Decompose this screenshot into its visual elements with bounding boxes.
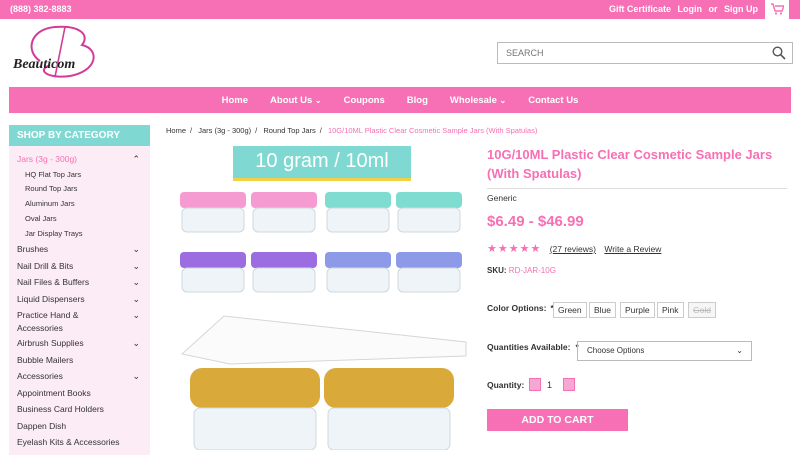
color-options-label: Color Options: *: [487, 303, 554, 313]
sidebar-subitem[interactable]: Oval Jars: [9, 212, 150, 227]
sidebar-item-practice-hand[interactable]: Practice Hand & Accessories ⌄: [9, 307, 150, 335]
chevron-down-icon[interactable]: ⌄: [132, 309, 140, 322]
color-option-gold[interactable]: Gold: [688, 302, 716, 318]
sidebar-item-dappen-dish[interactable]: Dappen Dish: [9, 418, 150, 435]
sku-label: SKU:: [487, 266, 507, 275]
nav-wholesale[interactable]: Wholesale ⌄: [450, 95, 506, 106]
nav-about-label: About Us: [270, 94, 313, 106]
phone-number[interactable]: (888) 382-8883: [10, 4, 72, 14]
color-option-blue[interactable]: Blue: [589, 302, 617, 318]
sidebar-heading: SHOP BY CATEGORY: [9, 125, 150, 146]
search-icon[interactable]: [772, 46, 786, 60]
site-logo[interactable]: Beauticom: [10, 21, 110, 83]
quantity-decrease-button[interactable]: [529, 378, 541, 391]
sidebar-item-label: Brushes: [17, 244, 49, 255]
chevron-down-icon[interactable]: ⌄: [132, 368, 140, 385]
product-sku: SKU: RD-JAR-10G: [487, 266, 556, 275]
divider: [487, 188, 787, 189]
color-option-purple[interactable]: Purple: [620, 302, 655, 318]
sidebar-item-nail-files[interactable]: Nail Files & Buffers ⌄: [9, 274, 150, 291]
breadcrumb: Home / Jars (3g - 300g) / Round Top Jars / …: [166, 126, 537, 135]
sidebar-item-label: Practice Hand & Accessories: [17, 310, 79, 334]
category-sidebar: SHOP BY CATEGORY Jars (3g - 300g) ⌃ HQ Fl…: [9, 125, 150, 455]
quantities-select-value: Choose Options: [587, 346, 645, 355]
nav-wholesale-label: Wholesale: [449, 94, 497, 106]
quantities-available-text: Quantities Available:: [487, 342, 571, 352]
breadcrumb-separator: /: [255, 126, 258, 135]
chevron-down-icon[interactable]: ⌄: [132, 335, 140, 352]
jars-illustration: [180, 192, 467, 450]
quantities-select[interactable]: Choose Options ⌄: [577, 341, 752, 361]
svg-text:Beauticom: Beauticom: [12, 57, 75, 72]
nav-coupons[interactable]: Coupons: [344, 95, 385, 106]
cart-icon[interactable]: [765, 0, 789, 19]
login-link[interactable]: Login: [677, 4, 702, 14]
sidebar-item-label: Nail Drill & Bits: [17, 260, 74, 271]
quantity-label: Quantity:: [487, 380, 525, 390]
signup-link[interactable]: Sign Up: [724, 4, 758, 14]
breadcrumb-item[interactable]: Jars (3g - 300g): [198, 126, 251, 135]
sidebar-item-accessories[interactable]: Accessories ⌄: [9, 368, 150, 385]
sidebar-item-brushes[interactable]: Brushes ⌄: [9, 241, 150, 258]
sku-value: RD-JAR-10G: [508, 266, 556, 275]
nav-blog[interactable]: Blog: [407, 95, 428, 106]
breadcrumb-item[interactable]: Round Top Jars: [263, 126, 315, 135]
product-image[interactable]: 10 gram / 10ml: [166, 146, 476, 450]
quantity-increase-button[interactable]: [563, 378, 575, 391]
chevron-down-icon: ⌄: [499, 95, 507, 105]
quantity-input[interactable]: 1: [547, 380, 552, 390]
breadcrumb-item[interactable]: Home: [166, 126, 186, 135]
sidebar-item-business-card-holders[interactable]: Business Card Holders: [9, 401, 150, 418]
breadcrumb-current: 10G/10ML Plastic Clear Cosmetic Sample J…: [327, 126, 538, 135]
sidebar-subitem[interactable]: Jar Display Trays: [9, 227, 150, 242]
main-nav: Home About Us ⌄ Coupons Blog Wholesale ⌄…: [9, 87, 791, 113]
chevron-down-icon[interactable]: ⌄: [132, 258, 140, 275]
chevron-down-icon[interactable]: ⌄: [132, 274, 140, 291]
sidebar-item-jars[interactable]: Jars (3g - 300g) ⌃: [9, 151, 150, 168]
rating-stars: ★★★★★: [487, 243, 542, 255]
or-text: or: [708, 4, 718, 14]
chevron-down-icon[interactable]: ⌄: [132, 291, 140, 308]
product-rating: ★★★★★ (27 reviews) Write a Review: [487, 242, 661, 255]
search-input[interactable]: [498, 43, 758, 63]
color-option-pink[interactable]: Pink: [657, 302, 684, 318]
nav-about[interactable]: About Us ⌄: [270, 95, 322, 106]
chevron-up-icon[interactable]: ⌃: [132, 151, 140, 168]
sidebar-subitem[interactable]: Round Top Jars: [9, 182, 150, 197]
sidebar-item-bubble-mailers[interactable]: Bubble Mailers: [9, 352, 150, 369]
sidebar-item-label: Liquid Dispensers: [17, 293, 85, 304]
breadcrumb-separator: /: [190, 126, 193, 135]
sidebar-item-appointment-books[interactable]: Appointment Books: [9, 385, 150, 402]
nav-home[interactable]: Home: [222, 95, 248, 106]
product-brand[interactable]: Generic: [487, 193, 517, 203]
sidebar-item-label: Jars (3g - 300g): [17, 154, 77, 164]
reviews-link[interactable]: (27 reviews): [550, 244, 596, 254]
sidebar-item-label: Accessories: [17, 371, 63, 382]
sidebar-item-label: Airbrush Supplies: [17, 338, 84, 349]
sidebar-subitem[interactable]: Aluminum Jars: [9, 197, 150, 212]
top-bar: (888) 382-8883 Gift Certificate Login or…: [0, 0, 800, 19]
account-links: Gift Certificate Login or Sign Up: [605, 4, 758, 14]
sidebar-item-label: Nail Files & Buffers: [17, 277, 90, 288]
chevron-down-icon[interactable]: ⌄: [132, 241, 140, 258]
chevron-down-icon: ⌄: [736, 346, 743, 355]
chevron-down-icon: ⌄: [314, 95, 322, 105]
product-title: 10G/10ML Plastic Clear Cosmetic Sample J…: [487, 147, 773, 181]
nav-contact[interactable]: Contact Us: [528, 95, 578, 106]
sidebar-item-liquid-dispensers[interactable]: Liquid Dispensers ⌄: [9, 291, 150, 308]
color-options-text: Color Options:: [487, 303, 547, 313]
breadcrumb-separator: /: [319, 126, 322, 135]
sidebar-item-eyelash-kits[interactable]: Eyelash Kits & Accessories: [9, 434, 150, 451]
sidebar-item-nail-drill[interactable]: Nail Drill & Bits ⌄: [9, 258, 150, 275]
add-to-cart-button[interactable]: ADD TO CART: [487, 409, 628, 431]
search-box: [497, 42, 793, 64]
sidebar-subitem[interactable]: HQ Flat Top Jars: [9, 168, 150, 183]
product-price: $6.49 - $46.99: [487, 213, 584, 230]
gift-certificate-link[interactable]: Gift Certificate: [609, 4, 671, 14]
write-review-link[interactable]: Write a Review: [604, 244, 661, 254]
color-option-green[interactable]: Green: [553, 302, 587, 318]
quantities-available-label: Quantities Available: *: [487, 342, 579, 352]
sidebar-item-airbrush[interactable]: Airbrush Supplies ⌄: [9, 335, 150, 352]
